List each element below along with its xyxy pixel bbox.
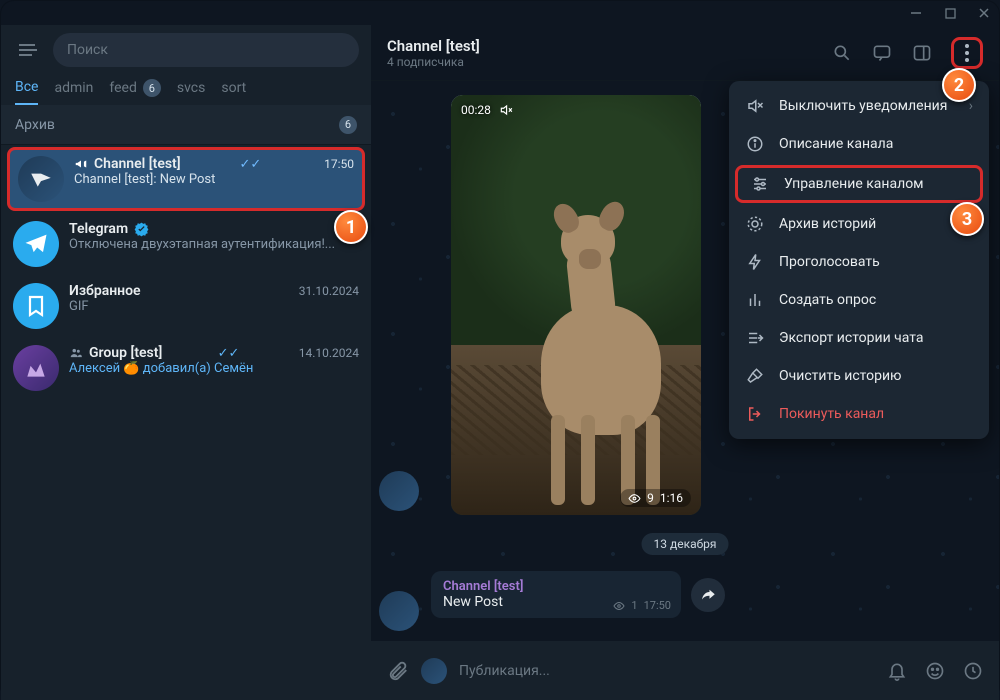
video-message[interactable]: 00:28 9 1:16 (451, 95, 701, 515)
annotation-step-2: 2 (942, 68, 976, 102)
megaphone-icon (74, 157, 88, 171)
chat-title[interactable]: Channel [test] (387, 37, 480, 55)
archive-label: Архив (15, 117, 55, 133)
composer-avatar[interactable] (421, 658, 447, 684)
archive-badge: 6 (339, 116, 357, 134)
chat-name: Channel [test] (94, 156, 181, 172)
message-views: 1 (631, 599, 637, 612)
archive-row[interactable]: Архив 6 (1, 105, 371, 145)
leave-icon (745, 405, 765, 423)
eye-icon (628, 492, 641, 505)
search-input[interactable]: Поиск (53, 33, 359, 67)
chat-preview: GIF (69, 299, 359, 314)
verified-icon (134, 222, 149, 237)
chat-preview: Алексей 🍊 добавил(а) Семён (69, 361, 359, 376)
message-time: 17:50 (644, 599, 671, 612)
menu-icon[interactable] (13, 35, 43, 65)
video-views: 9 (647, 491, 654, 505)
search-placeholder: Поиск (67, 42, 108, 58)
tab-admin[interactable]: admin (54, 79, 93, 105)
composer: Публикация... (371, 641, 999, 700)
broom-icon (745, 367, 765, 385)
sidebar: Поиск Все admin feed6 svcs sort Архив 6 (1, 25, 371, 700)
muted-icon (499, 103, 513, 117)
menu-item-export[interactable]: Экспорт истории чата (729, 319, 989, 357)
bolt-icon (745, 253, 765, 271)
annotation-step-1: 1 (334, 210, 368, 244)
info-icon (745, 135, 765, 153)
actions-menu: Выключить уведомления › Описание канала … (729, 81, 989, 439)
chat-item-saved[interactable]: Избранное 31.10.2024 GIF (1, 275, 371, 337)
read-ticks-icon: ✓✓ (218, 346, 240, 361)
chat-item-telegram[interactable]: Telegram Отключена двухэтапная аутентифи… (1, 213, 371, 275)
window-close-button[interactable] (977, 6, 991, 20)
video-thumbnail (451, 95, 701, 515)
more-icon (965, 44, 969, 62)
tab-feed[interactable]: feed6 (109, 79, 160, 105)
avatar (13, 345, 59, 391)
comments-icon[interactable] (871, 42, 893, 64)
message-sender: Channel [test] (443, 579, 669, 594)
attach-icon[interactable] (387, 660, 409, 682)
annotation-step-3: 3 (950, 202, 984, 236)
menu-item-leave-channel[interactable]: Покинуть канал (729, 395, 989, 433)
menu-item-description[interactable]: Описание канала (729, 125, 989, 163)
avatar (13, 283, 59, 329)
menu-item-clear-history[interactable]: Очистить историю (729, 357, 989, 395)
window-titlebar (1, 1, 999, 25)
mute-icon (745, 97, 765, 115)
notifications-icon[interactable] (887, 661, 907, 681)
group-icon (69, 346, 83, 360)
sliders-icon (750, 175, 770, 193)
chat-pane: Channel [test] 4 подписчика (371, 25, 999, 700)
chat-subtitle: 4 подписчика (387, 55, 480, 69)
date-separator: 13 декабря (642, 533, 729, 555)
export-icon (745, 329, 765, 347)
window-maximize-button[interactable] (943, 6, 957, 20)
composer-input[interactable]: Публикация... (459, 663, 875, 679)
text-message[interactable]: Channel [test] New Post 1 17:50 (431, 571, 681, 618)
chat-time: 14.10.2024 (299, 346, 359, 360)
chat-time: 31.10.2024 (299, 284, 359, 298)
archive-icon (745, 215, 765, 233)
chat-name: Telegram (69, 221, 128, 237)
share-button[interactable] (691, 578, 725, 612)
tab-feed-badge: 6 (143, 79, 161, 97)
menu-item-create-poll[interactable]: Создать опрос (729, 281, 989, 319)
message-avatar[interactable] (379, 591, 419, 631)
chat-name: Избранное (69, 283, 141, 299)
tab-svcs[interactable]: svcs (177, 79, 205, 105)
chat-name: Group [test] (89, 345, 162, 361)
window-minimize-button[interactable] (909, 6, 923, 20)
message-avatar[interactable] (379, 471, 419, 511)
chevron-right-icon: › (969, 98, 973, 114)
emoji-icon[interactable] (925, 661, 945, 681)
sidepanel-icon[interactable] (911, 42, 933, 64)
menu-item-boost[interactable]: Проголосовать (729, 243, 989, 281)
folder-tabs: Все admin feed6 svcs sort (1, 73, 371, 105)
schedule-icon[interactable] (963, 661, 983, 681)
video-time: 1:16 (660, 491, 683, 505)
chat-item-channel-test[interactable]: Channel [test] ✓✓ 17:50 Channel [test]: … (7, 147, 365, 211)
chat-header: Channel [test] 4 подписчика (371, 25, 999, 81)
poll-icon (745, 291, 765, 309)
chat-preview: Channel [test]: New Post (74, 172, 354, 187)
more-button[interactable] (951, 37, 983, 69)
menu-item-manage-channel[interactable]: Управление каналом (735, 165, 983, 203)
tab-all[interactable]: Все (15, 79, 38, 105)
eye-icon (613, 600, 625, 612)
avatar (18, 156, 64, 202)
chat-item-group-test[interactable]: Group [test] ✓✓ 14.10.2024 Алексей 🍊 доб… (1, 337, 371, 399)
read-ticks-icon: ✓✓ (239, 157, 261, 172)
avatar (13, 221, 59, 267)
chat-preview: Отключена двухэтапная аутентификация!... (69, 237, 359, 252)
chat-time: 17:50 (324, 157, 354, 171)
tab-sort[interactable]: sort (221, 79, 246, 105)
chat-list: Channel [test] ✓✓ 17:50 Channel [test]: … (1, 145, 371, 700)
video-duration: 00:28 (461, 103, 491, 117)
search-icon[interactable] (831, 42, 853, 64)
